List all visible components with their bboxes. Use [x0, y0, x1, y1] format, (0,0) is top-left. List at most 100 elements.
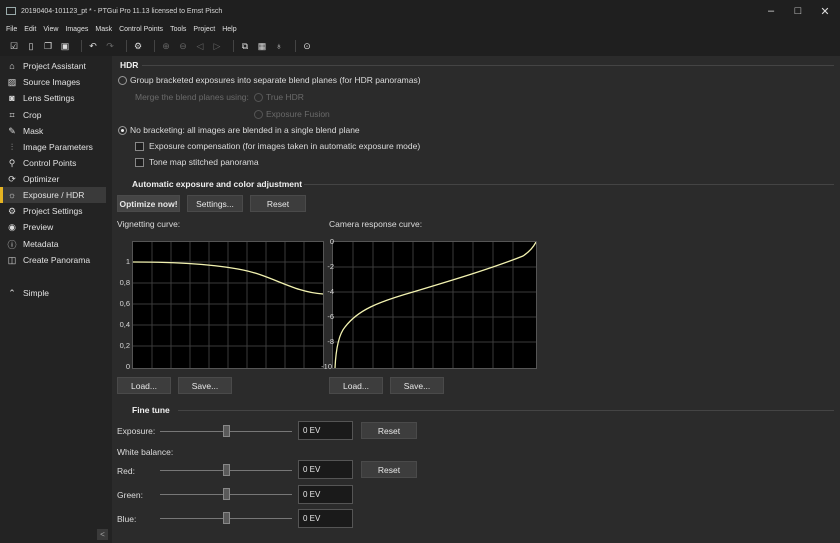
red-slider-thumb[interactable] — [223, 464, 230, 476]
undo-icon[interactable]: ↶ — [87, 40, 99, 52]
optimize-now-button[interactable]: Optimize now! — [117, 195, 180, 212]
tone-map-label: Tone map stitched panorama — [149, 157, 259, 167]
exposure-slider-thumb[interactable] — [223, 425, 230, 437]
vignetting-tick-label: 1 — [125, 257, 130, 266]
collapse-sidebar-button[interactable]: < — [97, 529, 108, 540]
camera-icon: ◙ — [9, 93, 15, 103]
grid — [133, 242, 323, 368]
zoom-in-icon[interactable]: ⊕ — [160, 40, 172, 52]
tone-map-checkbox[interactable] — [135, 158, 144, 167]
white-balance-reset-button[interactable]: Reset — [361, 461, 417, 478]
help-icon[interactable]: ⊙ — [301, 40, 313, 52]
simple-mode-toggle[interactable]: ⌃ Simple — [6, 285, 112, 301]
info-icon: ⓘ — [7, 239, 17, 250]
auto-exposure-heading: Automatic exposure and color adjustment — [132, 179, 303, 189]
sidebar-item-project-settings[interactable]: ⚙ Project Settings — [6, 203, 112, 219]
sidebar-item-image-parameters[interactable]: ⫶ Image Parameters — [6, 139, 112, 155]
response-tick-label: -6 — [327, 312, 334, 321]
sidebar-item-source-images[interactable]: ▨ Source Images — [6, 74, 112, 90]
menu-control-points[interactable]: Control Points — [119, 26, 163, 33]
true-hdr-radio[interactable] — [254, 93, 263, 102]
vignetting-save-button[interactable]: Save... — [178, 377, 232, 394]
gear-icon: ⚙ — [7, 205, 17, 216]
group-bracketed-label: Group bracketed exposures into separate … — [130, 75, 421, 85]
open-project-icon[interactable]: ▯ — [25, 40, 37, 52]
merge-label: Merge the blend planes using: — [135, 92, 249, 102]
vignetting-curve-label: Vignetting curve: — [117, 219, 181, 229]
save-icon[interactable]: ▣ — [59, 40, 71, 52]
sidebar-item-label: Mask — [23, 126, 44, 136]
green-value-field[interactable]: 0 EV — [298, 485, 353, 504]
fine-tune-heading: Fine tune — [132, 405, 170, 415]
vignetting-tick-label: 0,8 — [119, 278, 130, 287]
sidebar-item-lens-settings[interactable]: ◙ Lens Settings — [6, 90, 112, 106]
vignetting-tick-label: 0,2 — [119, 341, 130, 350]
title-bar: 20190404-101123_pt * - PTGui Pro 11.13 l… — [0, 0, 840, 22]
exposure-compensation-label: Exposure compensation (for images taken … — [149, 141, 421, 151]
blue-slider-thumb[interactable] — [223, 512, 230, 524]
white-balance-label: White balance: — [117, 447, 174, 457]
sidebar-item-label: Lens Settings — [23, 93, 75, 103]
redo-icon[interactable]: ↷ — [104, 40, 116, 52]
red-label: Red: — [117, 466, 135, 476]
group-bracketed-radio[interactable] — [118, 76, 127, 85]
exposure-hdr-panel: HDR Group bracketed exposures into separ… — [112, 56, 840, 543]
response-tick-label: -4 — [327, 287, 334, 296]
vignetting-tick-label: 0,6 — [119, 299, 130, 308]
copy-icon[interactable]: ❐ — [42, 40, 54, 52]
zoom-out-icon[interactable]: ⊖ — [177, 40, 189, 52]
camera-response-svg — [333, 241, 537, 369]
minimize-button[interactable]: – — [758, 0, 784, 22]
green-slider-thumb[interactable] — [223, 488, 230, 500]
menu-images[interactable]: Images — [65, 26, 88, 33]
menu-project[interactable]: Project — [193, 26, 215, 33]
blue-value-field[interactable]: 0 EV — [298, 509, 353, 528]
menu-file[interactable]: File — [6, 26, 17, 33]
exposure-fusion-radio[interactable] — [254, 110, 263, 119]
close-button[interactable]: ✕ — [812, 0, 838, 22]
menu-view[interactable]: View — [43, 26, 58, 33]
previous-icon[interactable]: ◁ — [194, 40, 206, 52]
blue-label: Blue: — [117, 514, 137, 524]
settings-button[interactable]: Settings... — [187, 195, 243, 212]
no-bracketing-radio[interactable] — [118, 126, 127, 135]
sidebar-item-preview[interactable]: ◉ Preview — [6, 219, 112, 235]
table-icon[interactable]: ▦ — [256, 40, 268, 52]
vignetting-load-button[interactable]: Load... — [117, 377, 171, 394]
sidebar-item-create-panorama[interactable]: ◫ Create Panorama — [6, 252, 112, 268]
sidebar-item-mask[interactable]: ✎ Mask — [6, 123, 112, 139]
sidebar-item-label: Project Settings — [23, 206, 83, 216]
sidebar-item-label: Create Panorama — [23, 255, 91, 265]
next-icon[interactable]: ▷ — [211, 40, 223, 52]
maximize-button[interactable]: □ — [785, 0, 811, 22]
panorama-editor-icon[interactable]: ⧉ — [239, 40, 251, 52]
grid — [333, 242, 536, 368]
menu-mask[interactable]: Mask — [95, 26, 112, 33]
exposure-value-field[interactable]: 0 EV — [298, 421, 353, 440]
menu-help[interactable]: Help — [222, 26, 236, 33]
new-project-icon[interactable]: ☑ — [8, 40, 20, 52]
sidebar-item-project-assistant[interactable]: ⌂ Project Assistant — [6, 58, 112, 74]
response-tick-label: -2 — [327, 262, 334, 271]
app-icon — [6, 7, 16, 15]
exposure-compensation-checkbox[interactable] — [135, 142, 144, 151]
lightbulb-icon[interactable]: ♁ — [273, 40, 285, 52]
sidebar-item-crop[interactable]: ⌗ Crop — [6, 107, 112, 123]
sidebar-item-control-points[interactable]: ⚲ Control Points — [6, 155, 112, 171]
response-save-button[interactable]: Save... — [390, 377, 444, 394]
menu-tools[interactable]: Tools — [170, 26, 186, 33]
window-title: 20190404-101123_pt * - PTGui Pro 11.13 l… — [21, 7, 223, 15]
sidebar-item-exposure-hdr[interactable]: ☼ Exposure / HDR — [0, 187, 106, 203]
sidebar-item-metadata[interactable]: ⓘ Metadata — [6, 236, 112, 252]
menu-edit[interactable]: Edit — [24, 26, 36, 33]
red-value-field[interactable]: 0 EV — [298, 460, 353, 479]
response-load-button[interactable]: Load... — [329, 377, 383, 394]
settings-icon[interactable]: ⚙ — [132, 40, 144, 52]
sidebar-item-label: Control Points — [23, 158, 77, 168]
sidebar-item-optimizer[interactable]: ⟳ Optimizer — [6, 171, 112, 187]
toolbar-divider — [154, 40, 155, 52]
section-divider — [142, 65, 834, 66]
reset-button[interactable]: Reset — [250, 195, 306, 212]
vignetting-curve-svg — [132, 242, 324, 368]
exposure-reset-button[interactable]: Reset — [361, 422, 417, 439]
